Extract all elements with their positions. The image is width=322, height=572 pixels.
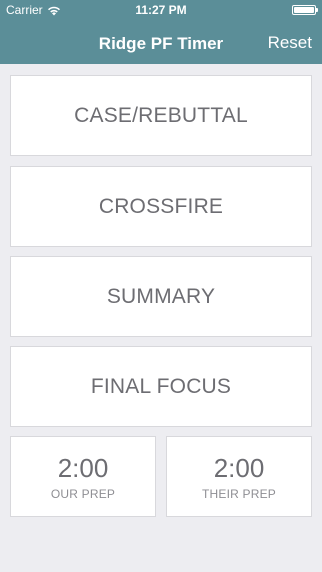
their-prep-label: THEIR PREP: [201, 486, 276, 501]
crossfire-button[interactable]: CROSSFIRE: [10, 166, 312, 247]
crossfire-label: CROSSFIRE: [98, 194, 224, 218]
case-rebuttal-button[interactable]: CASE/REBUTTAL: [10, 75, 312, 156]
our-prep-button[interactable]: 2:00 OUR PREP: [10, 436, 156, 517]
our-prep-label: OUR PREP: [50, 486, 116, 501]
status-bar: Carrier 11:27 PM: [0, 0, 322, 20]
our-prep-time: 2:00: [57, 452, 109, 483]
their-prep-time: 2:00: [213, 452, 265, 483]
summary-button[interactable]: SUMMARY: [10, 256, 312, 337]
status-time: 11:27 PM: [135, 3, 187, 17]
navigation-header: Carrier 11:27 PM Ridge PF Timer Reset: [0, 0, 322, 64]
battery-icon: [292, 5, 318, 15]
summary-label: SUMMARY: [106, 284, 216, 308]
their-prep-button[interactable]: 2:00 THEIR PREP: [166, 436, 312, 517]
final-focus-label: FINAL FOCUS: [90, 374, 232, 398]
case-rebuttal-label: CASE/REBUTTAL: [74, 103, 248, 127]
final-focus-button[interactable]: FINAL FOCUS: [10, 346, 312, 427]
reset-button[interactable]: Reset: [268, 33, 312, 53]
